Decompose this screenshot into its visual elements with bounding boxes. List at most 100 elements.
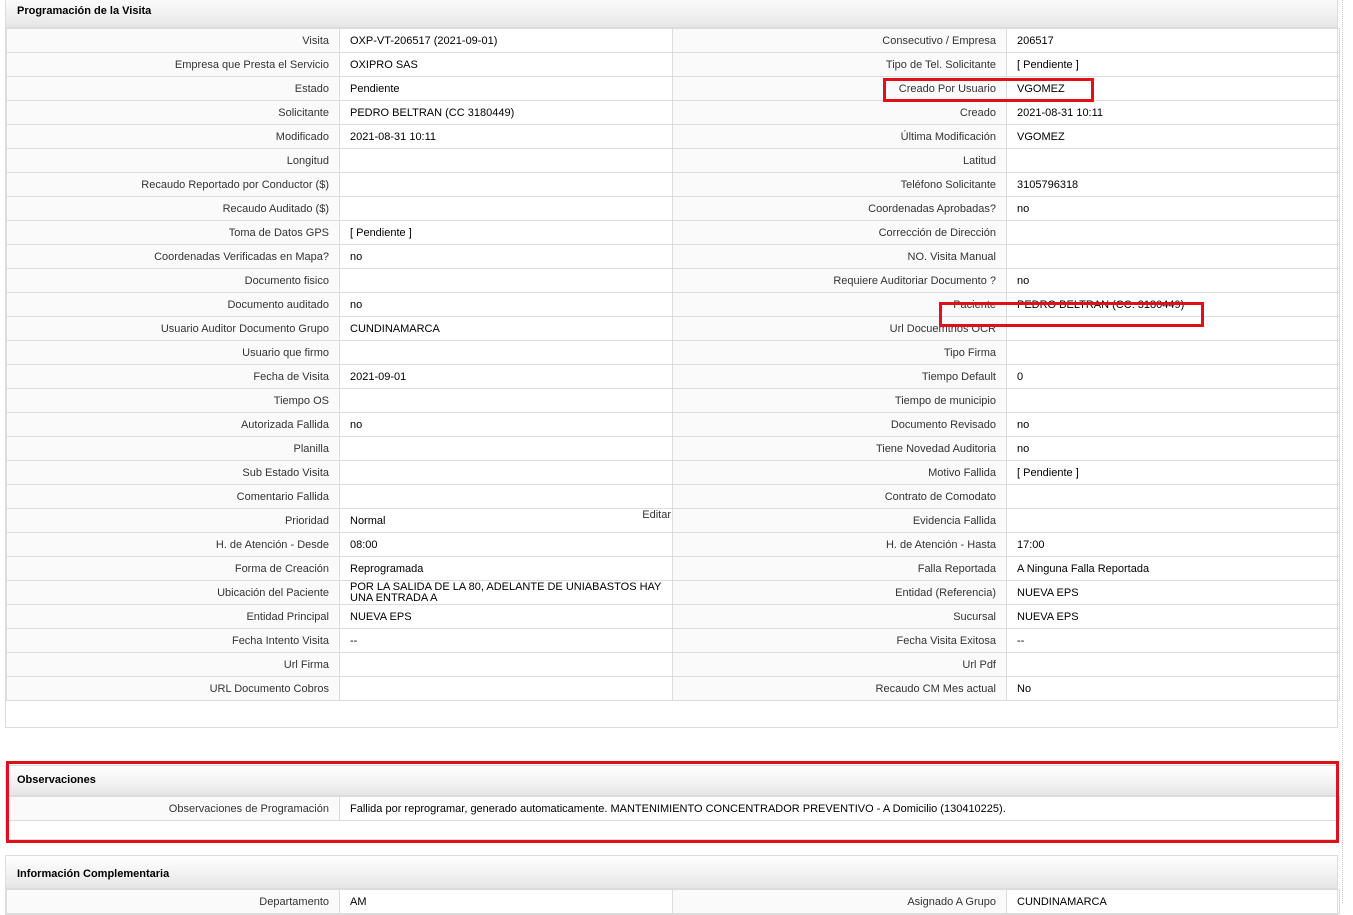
- field-label-text: Contrato de Comodato: [884, 490, 996, 503]
- field-value: no: [1006, 412, 1340, 437]
- field-value: no: [339, 244, 673, 269]
- field-label: Recaudo Reportado por Conductor ($): [6, 172, 340, 197]
- field-label-text: Sucursal: [953, 610, 996, 623]
- field-label-text: Entidad (Referencia): [895, 586, 996, 599]
- field-label: Teléfono Solicitante: [672, 172, 1007, 197]
- field-label-text: Autorizada Fallida: [240, 418, 329, 431]
- field-value-text: POR LA SALIDA DE LA 80, ADELANTE DE UNIA…: [350, 580, 662, 604]
- observaciones-value: Fallida por reprogramar, generado automa…: [339, 796, 1340, 821]
- field-value-text: [ Pendiente ]: [1017, 58, 1079, 71]
- field-label: Url Pdf: [672, 652, 1007, 677]
- field-value-text: Pendiente: [350, 82, 400, 95]
- field-label-text: Última Modificación: [900, 130, 996, 143]
- field-value-text: 206517: [1017, 34, 1054, 47]
- field-value-text: --: [1017, 634, 1025, 647]
- field-value: [1006, 340, 1340, 365]
- field-label: Visita: [6, 28, 340, 53]
- table-row: Fecha de Visita 2021-09-01 Tiempo Default…: [6, 364, 1340, 389]
- field-label: Tipo de Tel. Solicitante: [672, 52, 1007, 77]
- field-label: Ubicación del Paciente: [6, 580, 340, 605]
- field-label: Planilla: [6, 436, 340, 461]
- field-value: no: [1006, 268, 1340, 293]
- page-scrollbar[interactable]: [1342, 0, 1353, 903]
- field-value: CUNDINAMARCA: [339, 316, 673, 341]
- table-row: Sub Estado Visita Motivo Fallida [ Pendien…: [6, 460, 1340, 485]
- field-value-text: PEDRO BELTRAN (CC: 3180449): [1017, 298, 1185, 311]
- field-label: Departamento: [6, 889, 340, 914]
- field-label-text: Url Firma: [283, 658, 329, 671]
- field-value: [ Pendiente ]: [1006, 460, 1340, 485]
- field-value: [339, 676, 673, 701]
- field-value: [1006, 148, 1340, 173]
- field-label-text: Ubicación del Paciente: [217, 586, 329, 599]
- field-label-text: Modificado: [275, 130, 329, 143]
- field-value: 0: [1006, 364, 1340, 389]
- table-row: Estado Pendiente Creado Por Usuario VGOMEZ: [6, 76, 1340, 101]
- field-label: Estado: [6, 76, 340, 101]
- field-label: Latitud: [672, 148, 1007, 173]
- field-label: Última Modificación: [672, 124, 1007, 149]
- field-label-text: Solicitante: [278, 106, 329, 119]
- field-label-text: H. de Atención - Hasta: [885, 538, 996, 551]
- field-value-text: 08:00: [350, 538, 378, 551]
- field-label-text: Fecha Intento Visita: [231, 634, 329, 647]
- field-value-text: NUEVA EPS: [1017, 586, 1079, 599]
- field-value: OXIPRO SAS: [339, 52, 673, 77]
- table-row: Toma de Datos GPS [ Pendiente ] Corrección…: [6, 220, 1340, 245]
- field-value: 2021-09-01: [339, 364, 673, 389]
- table-row: Autorizada Fallida no Documento Revisado …: [6, 412, 1340, 437]
- field-label: Toma de Datos GPS: [6, 220, 340, 245]
- field-label-text: Latitud: [962, 154, 996, 167]
- field-label: URL Documento Cobros: [6, 676, 340, 701]
- field-value: OXP-VT-206517 (2021-09-01): [339, 28, 673, 53]
- field-value-text: NUEVA EPS: [350, 610, 412, 623]
- field-value-text: PEDRO BELTRAN (CC 3180449): [350, 106, 515, 119]
- field-value: [1006, 508, 1340, 533]
- programacion-panel: Programación de la Visita Visita OXP-VT-2…: [5, 0, 1340, 728]
- field-value: 2021-08-31 10:11: [1006, 100, 1340, 125]
- field-label-text: Comentario Fallida: [236, 490, 329, 503]
- field-value: A Ninguna Falla Reportada: [1006, 556, 1340, 581]
- table-row: Fecha Intento Visita -- Fecha Visita Exit…: [6, 628, 1340, 653]
- field-value-text: [ Pendiente ]: [1017, 466, 1079, 479]
- field-label-text: Recaudo CM Mes actual: [875, 682, 996, 695]
- table-row: Url Firma Url Pdf: [6, 652, 1340, 677]
- edit-prioridad-link[interactable]: Editar: [642, 510, 671, 522]
- field-value-text: no: [350, 250, 363, 263]
- field-label-text: Documento auditado: [227, 298, 329, 311]
- field-label-text: Tiempo de municipio: [894, 394, 996, 407]
- table-row: Documento auditado no Paciente PEDRO BELTR…: [6, 292, 1340, 317]
- field-label: Entidad (Referencia): [672, 580, 1007, 605]
- field-label: Prioridad: [6, 508, 340, 533]
- field-label-text: NO. Visita Manual: [907, 250, 996, 263]
- table-row: Ubicación del Paciente POR LA SALIDA DE L…: [6, 580, 1340, 605]
- table-row: Departamento AM Asignado A Grupo CUNDINA…: [6, 889, 1340, 914]
- field-label: Coordenadas Verificadas en Mapa?: [6, 244, 340, 269]
- field-label-text: Toma de Datos GPS: [228, 226, 329, 239]
- observaciones-title: Observaciones: [6, 766, 1337, 796]
- field-value: [339, 340, 673, 365]
- field-value-text: VGOMEZ: [1017, 130, 1065, 143]
- field-value: VGOMEZ: [1006, 124, 1340, 149]
- complementaria-title: Información Complementaria: [6, 856, 1337, 889]
- field-label: Documento Revisado: [672, 412, 1007, 437]
- field-label: Creado Por Usuario: [672, 76, 1007, 101]
- field-label: Falla Reportada: [672, 556, 1007, 581]
- field-label: H. de Atención - Desde: [6, 532, 340, 557]
- field-label-text: Requiere Auditoriar Documento ?: [833, 274, 996, 287]
- field-label-text: Url Docuemtnos OCR: [889, 322, 996, 335]
- field-value: VGOMEZ: [1006, 76, 1340, 101]
- table-row: Coordenadas Verificadas en Mapa? no NO. V…: [6, 244, 1340, 269]
- field-label-text: H. de Atención - Desde: [215, 538, 329, 551]
- field-label: Fecha Intento Visita: [6, 628, 340, 653]
- field-label: Requiere Auditoriar Documento ?: [672, 268, 1007, 293]
- field-label-text: Falla Reportada: [917, 562, 996, 575]
- field-value: no: [1006, 436, 1340, 461]
- field-label: Tiempo de municipio: [672, 388, 1007, 413]
- field-value-text: 2021-08-31 10:11: [1017, 106, 1104, 119]
- table-row: Solicitante PEDRO BELTRAN (CC 3180449) Cre…: [6, 100, 1340, 125]
- field-label-text: Empresa que Presta el Servicio: [174, 58, 329, 71]
- table-row: Observaciones de Programación Fallida po…: [6, 796, 1340, 821]
- field-label: H. de Atención - Hasta: [672, 532, 1007, 557]
- field-value: no: [339, 292, 673, 317]
